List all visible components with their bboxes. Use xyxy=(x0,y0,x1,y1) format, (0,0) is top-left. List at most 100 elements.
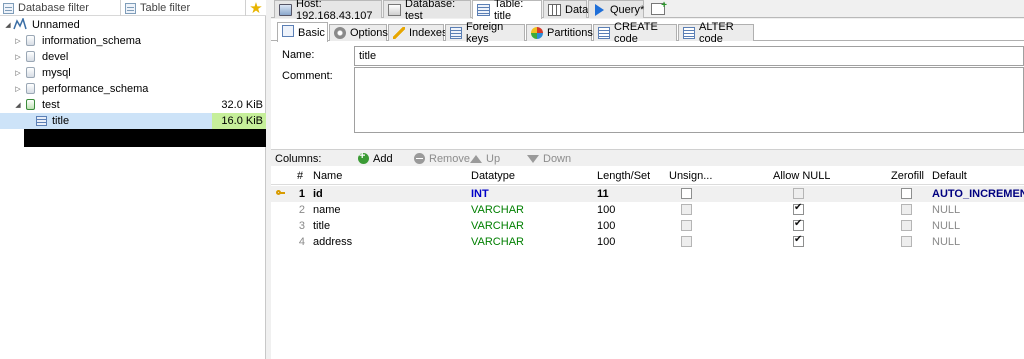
tab-options-label: Options xyxy=(350,27,388,39)
tree-item-table-title[interactable]: title 16.0 KiB xyxy=(0,113,266,129)
tree-item-performance-schema[interactable]: ▷ performance_schema xyxy=(0,81,266,97)
tree-item-label: mysql xyxy=(42,67,71,79)
tab-basic[interactable]: Basic xyxy=(277,22,328,42)
expand-arrow-icon[interactable]: ▷ xyxy=(14,37,22,45)
tab-host[interactable]: Host: 192.168.43.107 xyxy=(274,0,382,22)
column-length[interactable]: 100 xyxy=(597,202,615,218)
tab-partitions[interactable]: Partitions xyxy=(526,24,593,41)
table-row[interactable]: 3 title VARCHAR 100 NULL xyxy=(271,218,1024,234)
tree-item-devel[interactable]: ▷ devel xyxy=(0,49,266,65)
foreign-key-icon xyxy=(450,27,462,39)
allow-null-checkbox[interactable] xyxy=(793,218,804,231)
column-length[interactable]: 100 xyxy=(597,234,615,250)
arrow-up-icon xyxy=(470,154,482,163)
header-allow-null[interactable]: Allow NULL xyxy=(773,168,830,184)
comment-textarea[interactable] xyxy=(354,67,1024,133)
table-filter-input[interactable]: Table filter xyxy=(122,0,246,16)
tab-data[interactable]: Data xyxy=(543,0,588,18)
column-default[interactable]: AUTO_INCREMENT xyxy=(932,186,1024,202)
allow-null-checkbox[interactable] xyxy=(793,188,804,199)
editor-tab-bar: Basic Options Indexes Foreign keys Parti… xyxy=(271,21,1024,45)
table-icon xyxy=(477,4,490,16)
unsigned-checkbox[interactable] xyxy=(681,188,692,199)
new-query-tab-icon[interactable] xyxy=(651,0,667,15)
header-length[interactable]: Length/Set xyxy=(597,168,650,184)
expand-arrow-icon[interactable]: ▷ xyxy=(14,53,22,61)
expand-arrow-icon[interactable]: ▷ xyxy=(14,69,22,77)
allow-null-checkbox[interactable] xyxy=(793,234,804,247)
zerofill-checkbox[interactable] xyxy=(901,220,912,231)
add-column-button[interactable]: Add xyxy=(358,150,393,167)
column-name[interactable]: id xyxy=(313,186,323,202)
database-size: 32.0 KiB xyxy=(221,99,263,111)
add-icon xyxy=(358,150,369,164)
column-default[interactable]: NULL xyxy=(932,202,960,218)
tab-query-label: Query* xyxy=(610,3,645,16)
tree-node-root[interactable]: ◢ Unnamed xyxy=(0,17,266,33)
table-filter-placeholder: Table filter xyxy=(140,2,191,14)
move-up-button[interactable]: Up xyxy=(470,150,500,167)
filter-icon xyxy=(125,2,136,14)
filter-icon xyxy=(3,2,14,14)
table-row[interactable]: 4 address VARCHAR 100 NULL xyxy=(271,234,1024,250)
column-datatype[interactable]: VARCHAR xyxy=(471,218,524,234)
table-name-input[interactable] xyxy=(354,46,1024,66)
zerofill-checkbox[interactable] xyxy=(901,236,912,247)
move-down-button[interactable]: Down xyxy=(527,150,571,167)
column-default[interactable]: NULL xyxy=(932,234,960,250)
column-length[interactable]: 11 xyxy=(597,186,609,202)
collapse-arrow-icon[interactable]: ◢ xyxy=(14,101,22,109)
unsigned-checkbox[interactable] xyxy=(681,204,692,215)
column-datatype[interactable]: VARCHAR xyxy=(471,234,524,250)
tab-foreign-keys[interactable]: Foreign keys xyxy=(445,21,525,45)
down-label: Down xyxy=(543,152,572,165)
database-filter-input[interactable]: Database filter xyxy=(0,0,121,16)
tab-alter-code[interactable]: ALTER code xyxy=(678,21,754,45)
zerofill-checkbox[interactable] xyxy=(901,204,912,215)
tab-indexes-label: Indexes xyxy=(409,27,448,39)
expand-arrow-icon[interactable]: ▷ xyxy=(14,85,22,93)
column-length[interactable]: 100 xyxy=(597,218,615,234)
header-name[interactable]: Name xyxy=(313,168,342,184)
remove-column-button[interactable]: Remove xyxy=(414,150,470,167)
column-name[interactable]: address xyxy=(313,234,352,250)
partitions-icon xyxy=(531,27,543,39)
column-name[interactable]: name xyxy=(313,202,341,218)
columns-toolbar: Columns: Add Remove Up Down xyxy=(271,149,1024,166)
table-row[interactable]: 1 id INT 11 AUTO_INCREMENT xyxy=(271,186,1024,202)
column-name[interactable]: title xyxy=(313,218,330,234)
header-datatype[interactable]: Datatype xyxy=(471,168,515,184)
tab-foreign-keys-label: Foreign keys xyxy=(466,21,504,45)
tab-alter-code-label: ALTER code xyxy=(699,21,734,45)
zerofill-checkbox[interactable] xyxy=(901,188,912,199)
tree-item-information-schema[interactable]: ▷ information_schema xyxy=(0,33,266,49)
tree-item-label: test xyxy=(42,99,60,111)
favorite-star-icon[interactable]: ★ xyxy=(247,0,265,17)
name-label: Name: xyxy=(282,49,315,61)
wrench-icon xyxy=(334,27,346,39)
column-datatype[interactable]: INT xyxy=(471,186,489,202)
table-row[interactable]: 2 name VARCHAR 100 NULL xyxy=(271,202,1024,218)
tab-create-code[interactable]: CREATE code xyxy=(593,21,677,45)
unsigned-checkbox[interactable] xyxy=(681,220,692,231)
header-default[interactable]: Default xyxy=(932,168,967,184)
column-default[interactable]: NULL xyxy=(932,218,960,234)
tab-database[interactable]: Database: test xyxy=(383,0,471,22)
row-number: 2 xyxy=(298,204,305,216)
tab-options[interactable]: Options xyxy=(329,24,388,41)
tab-table[interactable]: Table: title xyxy=(472,0,542,22)
column-datatype[interactable]: VARCHAR xyxy=(471,202,524,218)
tree-item-test[interactable]: ◢ test 32.0 KiB xyxy=(0,97,266,113)
unsigned-checkbox[interactable] xyxy=(681,236,692,247)
tree-item-mysql[interactable]: ▷ mysql xyxy=(0,65,266,81)
collapse-arrow-icon[interactable]: ◢ xyxy=(4,21,12,29)
header-unsigned[interactable]: Unsign... xyxy=(669,168,712,184)
filter-bar: Database filter Table filter ★ xyxy=(0,0,266,17)
remove-label: Remove xyxy=(429,152,470,165)
header-zerofill[interactable]: Zerofill xyxy=(891,168,924,184)
tab-query[interactable]: Query* xyxy=(588,0,644,18)
basic-icon xyxy=(282,25,294,37)
allow-null-checkbox[interactable] xyxy=(793,202,804,215)
server-connection-icon xyxy=(13,18,27,30)
tab-indexes[interactable]: Indexes xyxy=(388,24,448,41)
